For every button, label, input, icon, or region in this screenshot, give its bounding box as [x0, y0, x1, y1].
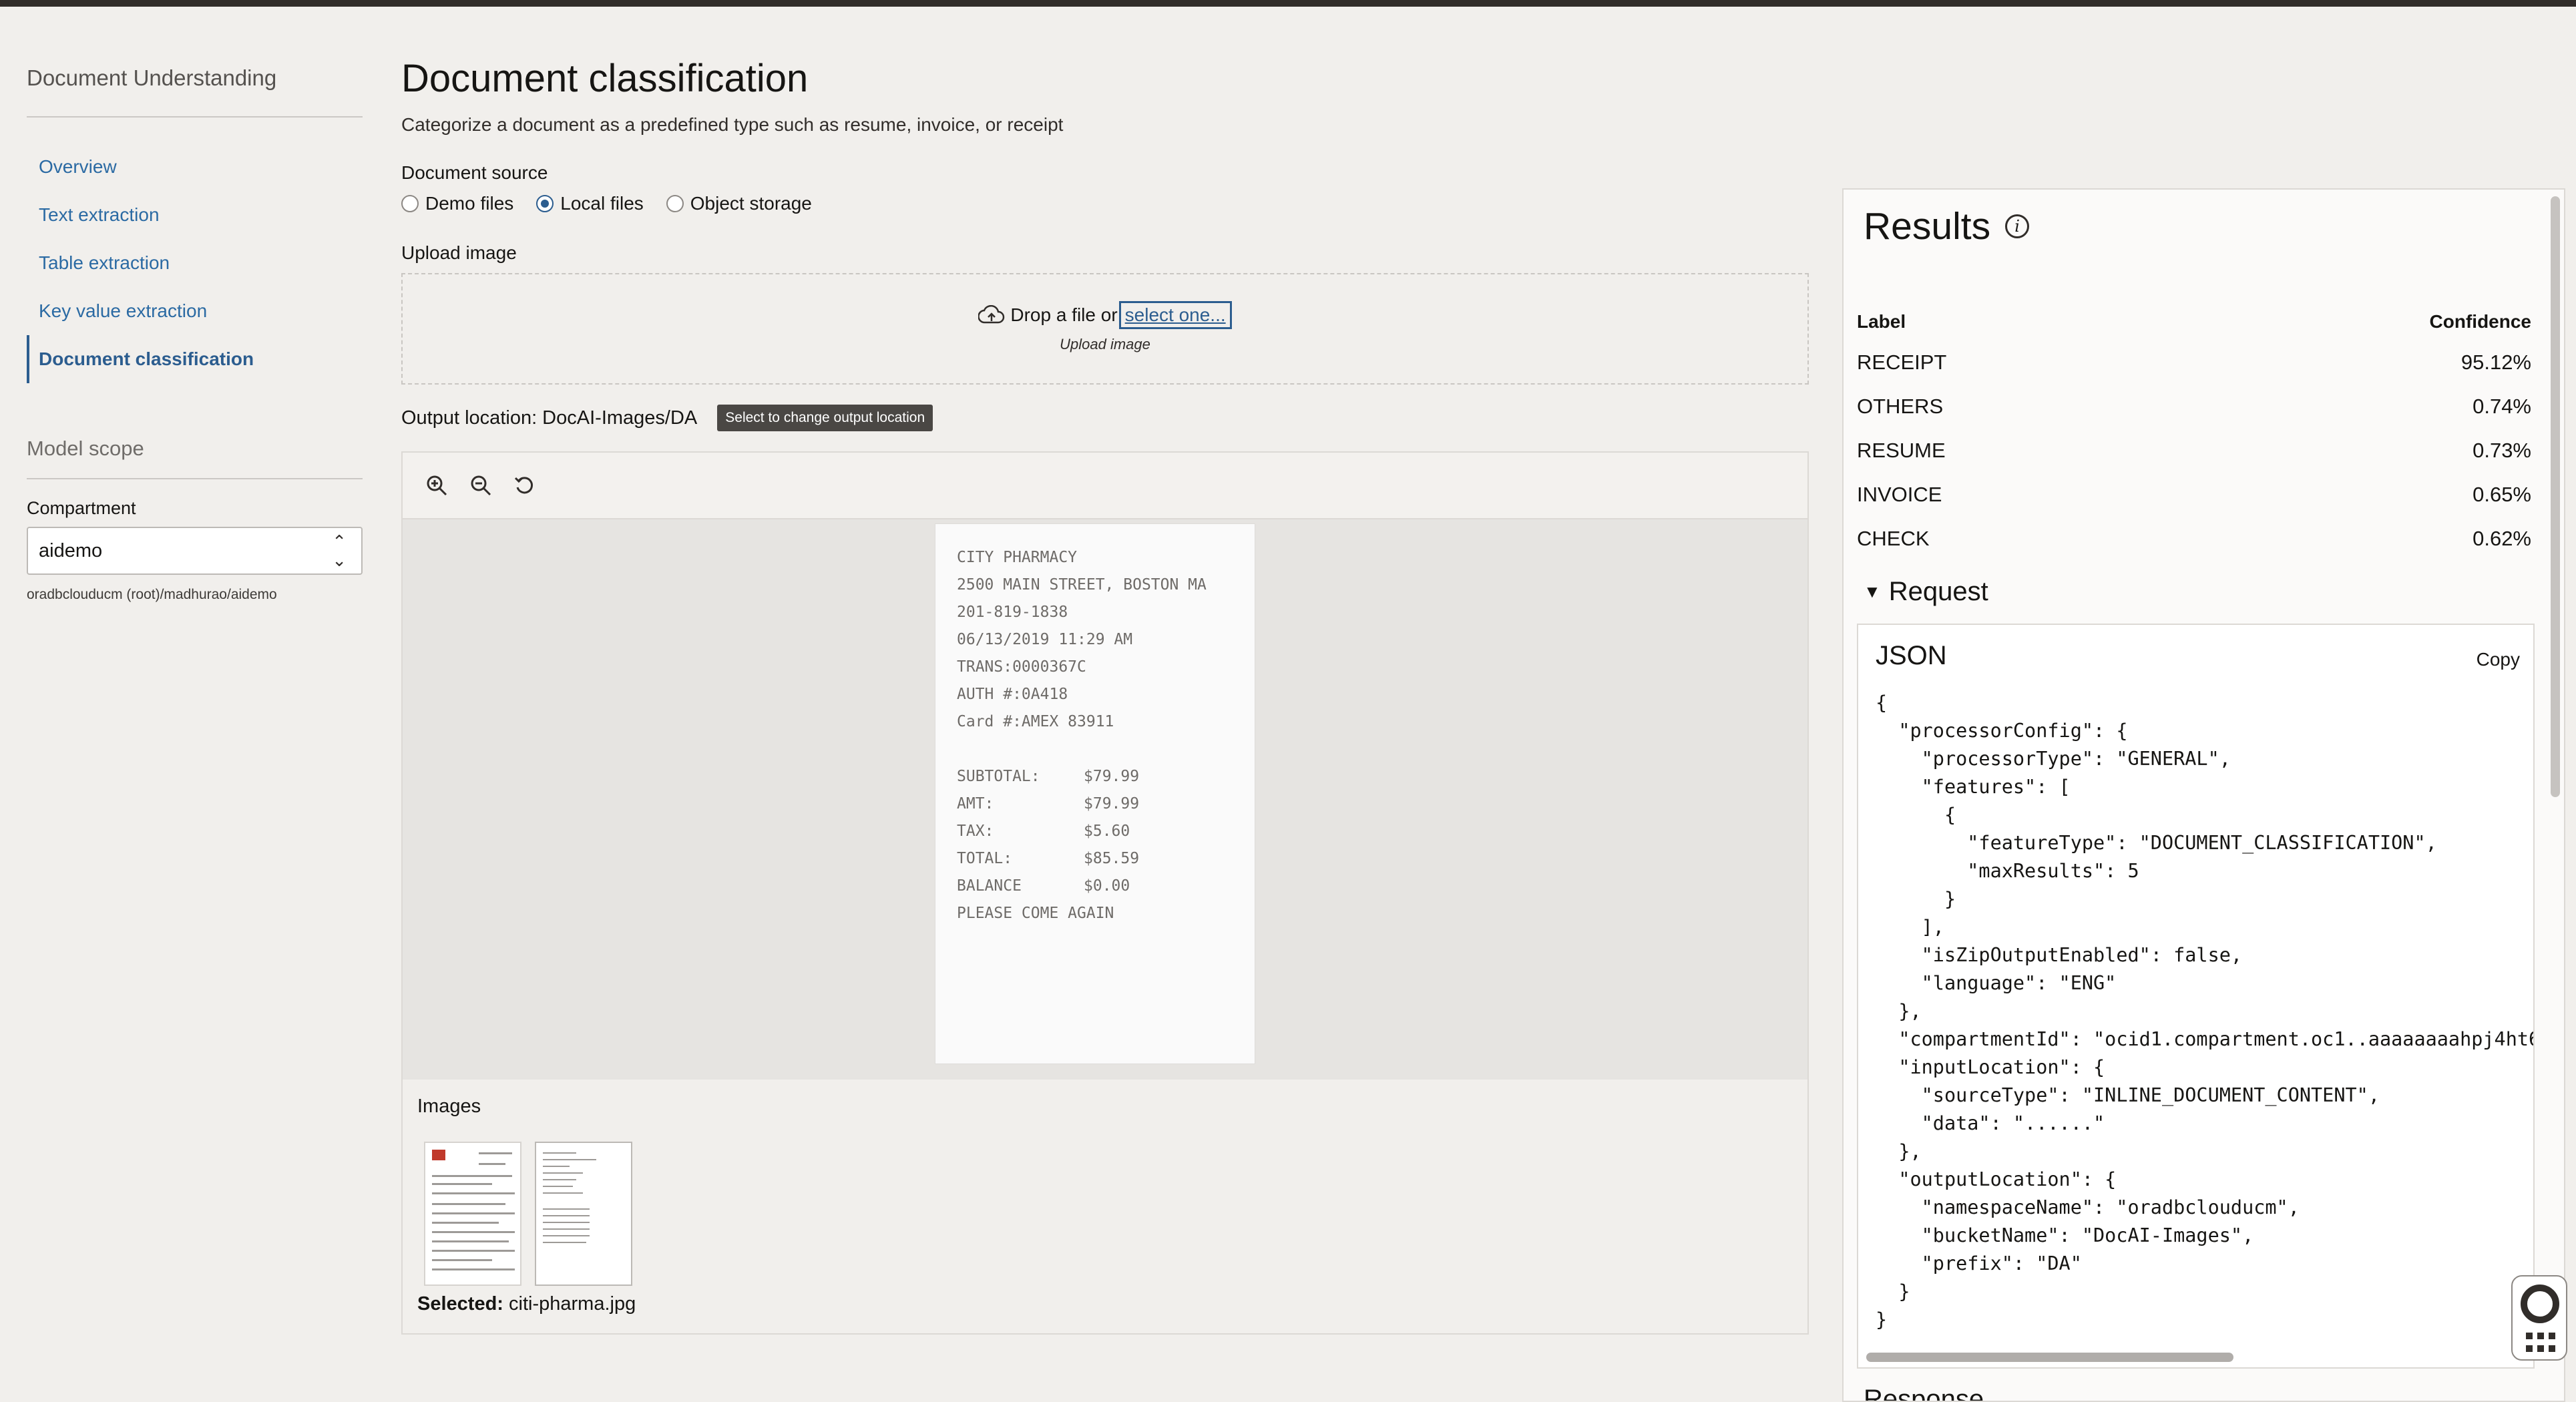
results-title: Results i: [1864, 204, 2030, 248]
receipt-line: TRANS:0000367C: [957, 658, 1086, 676]
cloud-upload-icon: [978, 305, 1005, 324]
request-toggle[interactable]: ▼ Request: [1864, 577, 1988, 607]
results-title-text: Results: [1864, 205, 1991, 248]
output-location-text[interactable]: Output location: DocAI-Images/DA: [401, 407, 697, 429]
json-code: { "processorConfig": { "processorType": …: [1876, 692, 2535, 1331]
sidebar-item-overview[interactable]: Overview: [27, 143, 363, 191]
receipt-line: 06/13/2019 11:29 AM: [957, 631, 1133, 648]
selected-filename: citi-pharma.jpg: [509, 1293, 636, 1315]
top-bar: [0, 0, 2576, 7]
thumbnail-invoice[interactable]: [424, 1142, 521, 1286]
sidebar: Document Understanding Overview Text ext…: [27, 60, 363, 603]
help-button[interactable]: [2511, 1275, 2567, 1361]
dropzone-caption: Upload image: [1060, 336, 1150, 353]
radio-object-storage[interactable]: Object storage: [666, 193, 812, 214]
receipt-total-row: SUBTOTAL: $79.99: [957, 768, 1140, 785]
radio-label: Demo files: [425, 193, 514, 214]
drop-text: Drop a file or: [1010, 304, 1118, 325]
receipt-total-row: AMT: $79.99: [957, 795, 1140, 812]
receipt-line: CITY PHARMACY: [957, 549, 1078, 566]
image-viewer: CITY PHARMACY 2500 MAIN STREET, BOSTON M…: [401, 451, 1809, 1335]
receipt-total-row: BALANCE $0.00: [957, 877, 1130, 895]
receipt-line: 201-819-1838: [957, 604, 1068, 621]
chevron-up-down-icon: ⌃ ⌄: [332, 531, 347, 570]
table-row: CHECK 0.62%: [1857, 527, 2531, 550]
upload-image-label: Upload image: [401, 242, 517, 263]
drop-line: Drop a file or select one...: [403, 301, 1807, 329]
receipt-line: 2500 MAIN STREET, BOSTON MA: [957, 576, 1207, 594]
zoom-in-icon[interactable]: [425, 474, 448, 497]
radio-button-icon: [401, 195, 419, 212]
app-grid-icon: [2526, 1333, 2555, 1354]
divider: [27, 116, 363, 118]
info-icon[interactable]: i: [2005, 214, 2030, 238]
receipt-line: AUTH #:0A418: [957, 686, 1068, 703]
caret-down-icon: ▼: [1864, 581, 1881, 602]
results-panel: Results i Label Confidence RECEIPT 95.12%…: [1842, 188, 2565, 1402]
page-title: Document classification: [401, 57, 809, 100]
lifebuoy-icon: [2521, 1284, 2559, 1323]
column-header-confidence: Confidence: [2429, 311, 2531, 332]
compartment-value: aidemo: [39, 540, 103, 561]
page-subtitle: Categorize a document as a predefined ty…: [401, 114, 1064, 135]
divider: [27, 478, 363, 479]
selected-file: Selected: citi-pharma.jpg: [417, 1293, 636, 1315]
request-label: Request: [1888, 577, 1988, 606]
compartment-label: Compartment: [27, 498, 136, 518]
main-content: Document classification Categorize a doc…: [401, 56, 1809, 1335]
results-vertical-scrollbar[interactable]: [2551, 196, 2560, 797]
sidebar-item-key-value-extraction[interactable]: Key value extraction: [27, 287, 363, 335]
table-row: OTHERS 0.74%: [1857, 395, 2531, 418]
compartment-path: oradbclouducm (root)/madhurao/aidemo: [27, 587, 277, 602]
viewer-canvas: CITY PHARMACY 2500 MAIN STREET, BOSTON M…: [403, 519, 1807, 1080]
column-header-label: Label: [1857, 311, 1906, 332]
results-table-header: Label Confidence: [1857, 303, 2531, 340]
receipt-footer: PLEASE COME AGAIN: [957, 905, 1114, 922]
json-panel: JSON Copy { "processorConfig": { "proces…: [1857, 624, 2535, 1369]
output-location-row: Output location: DocAI-Images/DA Select …: [401, 405, 1809, 431]
json-title: JSON: [1876, 641, 1947, 670]
reset-icon[interactable]: [513, 474, 536, 497]
file-dropzone[interactable]: Drop a file or select one... Upload imag…: [401, 273, 1809, 385]
receipt-total-row: TAX: $5.60: [957, 823, 1130, 840]
sidebar-item-table-extraction[interactable]: Table extraction: [27, 239, 363, 287]
radio-button-icon: [666, 195, 684, 212]
selected-prefix: Selected:: [417, 1293, 503, 1315]
select-file-link[interactable]: select one...: [1118, 301, 1232, 329]
radio-label: Local files: [560, 193, 644, 214]
compartment-select[interactable]: aidemo ⌃ ⌄: [27, 527, 363, 575]
receipt-total-row: TOTAL: $85.59: [957, 850, 1140, 867]
json-horizontal-scrollbar[interactable]: [1866, 1353, 2233, 1362]
model-scope-heading: Model scope: [27, 437, 144, 460]
thumbnail-receipt[interactable]: [535, 1142, 632, 1286]
table-row: INVOICE 0.65%: [1857, 483, 2531, 506]
radio-local-files[interactable]: Local files: [536, 193, 644, 214]
sidebar-title: Document Understanding: [27, 65, 277, 90]
receipt-image: CITY PHARMACY 2500 MAIN STREET, BOSTON M…: [935, 523, 1255, 1064]
output-location-tooltip: Select to change output location: [717, 405, 933, 431]
radio-demo-files[interactable]: Demo files: [401, 193, 513, 214]
results-table: Label Confidence RECEIPT 95.12% OTHERS 0.7…: [1857, 303, 2531, 561]
document-source-radios: Demo files Local files Object storage: [401, 193, 1809, 214]
sidebar-item-text-extraction[interactable]: Text extraction: [27, 191, 363, 239]
copy-button[interactable]: Copy: [2477, 649, 2520, 670]
viewer-toolbar: [403, 453, 1807, 519]
images-area: Images Selected: citi-pharma.jpg: [403, 1080, 1807, 1333]
images-label: Images: [417, 1096, 481, 1117]
response-toggle[interactable]: Response: [1864, 1385, 1984, 1401]
document-source-label: Document source: [401, 162, 548, 183]
image-thumbnails: [424, 1142, 646, 1286]
table-row: RECEIPT 95.12%: [1857, 350, 2531, 374]
radio-button-checked-icon: [536, 195, 554, 212]
sidebar-nav: Overview Text extraction Table extractio…: [27, 143, 363, 383]
sidebar-item-document-classification[interactable]: Document classification: [27, 335, 363, 383]
receipt-line: Card #:AMEX 83911: [957, 713, 1114, 730]
table-row: RESUME 0.73%: [1857, 439, 2531, 462]
zoom-out-icon[interactable]: [469, 474, 492, 497]
radio-label: Object storage: [690, 193, 812, 214]
